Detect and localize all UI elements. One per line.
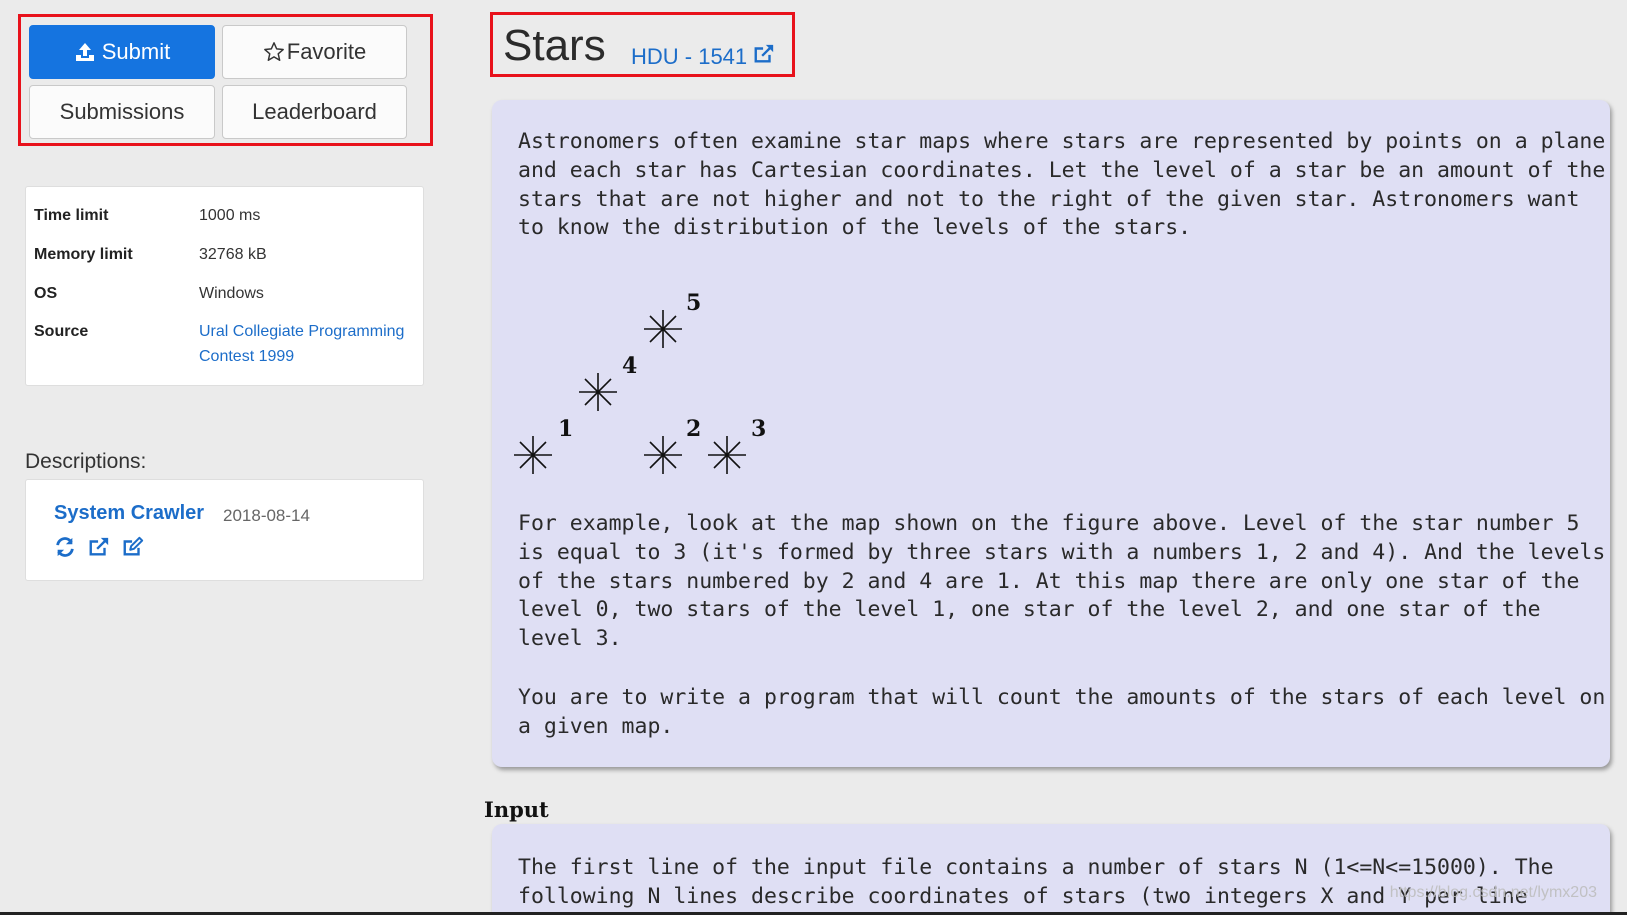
submissions-label: Submissions <box>59 99 185 124</box>
description-actions <box>54 536 146 560</box>
external-link-icon <box>753 43 775 71</box>
time-limit-value: 1000 ms <box>199 207 261 224</box>
submit-button[interactable]: Submit <box>29 25 215 79</box>
time-limit-label: Time limit <box>34 207 109 224</box>
favorite-button[interactable]: Favorite <box>222 25 407 79</box>
input-paragraph: The first line of the input file contain… <box>518 855 1554 909</box>
problem-info-card: Time limit 1000 ms Memory limit 32768 kB… <box>25 186 424 386</box>
action-buttons-highlight: Submit Favorite Submissions Leaderboard <box>18 14 433 146</box>
star-outline-icon <box>263 41 285 63</box>
os-label: OS <box>34 285 58 302</box>
refresh-icon[interactable] <box>54 536 78 560</box>
star-3-icon <box>708 436 746 474</box>
watermark: https://blog.csdn.net/lymx203 <box>1389 884 1597 901</box>
star-2-icon <box>644 436 682 474</box>
descriptions-heading: Descriptions: <box>25 450 147 473</box>
memory-limit-value: 32768 kB <box>199 246 267 263</box>
problem-source-link[interactable]: HDU - 1541 <box>631 43 775 71</box>
problem-source-label: HDU - 1541 <box>631 44 748 69</box>
star-label-3: 3 <box>751 416 766 442</box>
star-label-1: 1 <box>558 416 573 442</box>
input-heading: Input <box>484 797 549 822</box>
external-link-icon[interactable] <box>88 536 112 560</box>
description-date: 2018-08-14 <box>223 506 310 525</box>
upload-icon <box>74 42 96 62</box>
star-map-figure: 1 2 3 4 5 <box>514 290 766 474</box>
star-label-2: 2 <box>686 416 701 442</box>
submissions-button[interactable]: Submissions <box>29 85 215 139</box>
description-paragraph-3: You are to write a program that will cou… <box>518 685 1606 739</box>
star-label-5: 5 <box>686 290 701 316</box>
leaderboard-button[interactable]: Leaderboard <box>222 85 407 139</box>
description-paragraph-1: Astronomers often examine star maps wher… <box>518 129 1606 241</box>
problem-description-panel: Astronomers often examine star maps wher… <box>492 100 1610 767</box>
problem-title: Stars <box>503 21 606 70</box>
star-4-icon <box>579 373 617 411</box>
source-link[interactable]: Ural Collegiate Programming Contest 1999 <box>199 319 419 369</box>
memory-limit-label: Memory limit <box>34 246 133 263</box>
star-label-4: 4 <box>622 353 637 379</box>
star-1-icon <box>514 436 552 474</box>
description-author-link[interactable]: System Crawler <box>54 502 204 525</box>
description-card: System Crawler 2018-08-14 <box>25 479 424 581</box>
problem-title-highlight: Stars HDU - 1541 <box>490 12 795 77</box>
edit-icon[interactable] <box>122 536 146 560</box>
leaderboard-label: Leaderboard <box>252 99 377 124</box>
os-value: Windows <box>199 285 264 302</box>
favorite-label: Favorite <box>286 39 367 64</box>
description-paragraph-2: For example, look at the map shown on th… <box>518 511 1606 652</box>
submit-label: Submit <box>101 39 171 64</box>
source-label: Source <box>34 323 89 340</box>
star-5-icon <box>644 310 682 348</box>
